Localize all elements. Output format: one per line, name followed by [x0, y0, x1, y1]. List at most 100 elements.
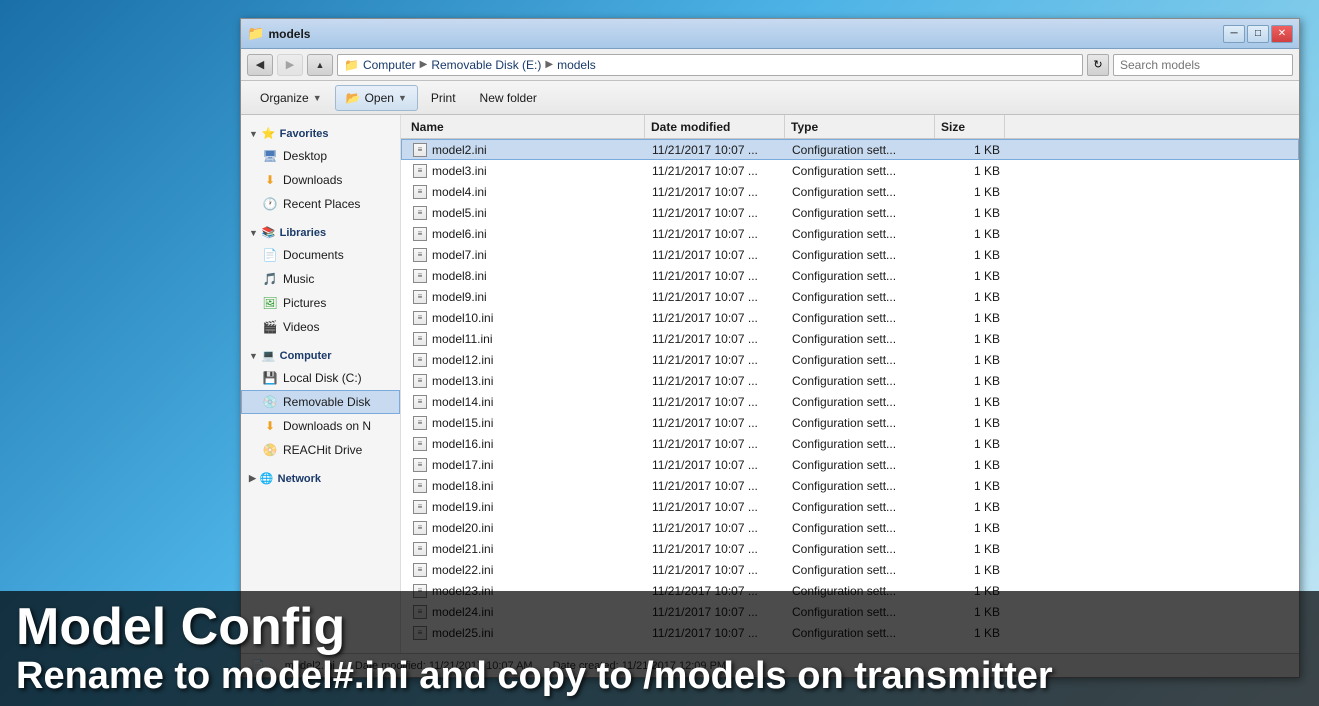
table-row[interactable]: ≡ model9.ini 11/21/2017 10:07 ... Config… [401, 286, 1299, 307]
file-date-cell: 11/21/2017 10:07 ... [646, 227, 786, 241]
column-headers: Name Date modified Type Size [401, 115, 1299, 139]
sidebar-item-removable-disk[interactable]: 💿 Removable Disk [241, 390, 400, 414]
refresh-button[interactable]: ↻ [1087, 54, 1109, 76]
file-name-cell: ≡ model22.ini [406, 562, 646, 578]
table-row[interactable]: ≡ model2.ini 11/21/2017 10:07 ... Config… [401, 139, 1299, 160]
table-row[interactable]: ≡ model16.ini 11/21/2017 10:07 ... Confi… [401, 433, 1299, 454]
table-row[interactable]: ≡ model13.ini 11/21/2017 10:07 ... Confi… [401, 370, 1299, 391]
ini-file-icon: ≡ [412, 142, 428, 158]
table-row[interactable]: ≡ model8.ini 11/21/2017 10:07 ... Config… [401, 265, 1299, 286]
table-row[interactable]: ≡ model22.ini 11/21/2017 10:07 ... Confi… [401, 559, 1299, 580]
up-button[interactable]: ▲ [307, 54, 333, 76]
ini-file-icon: ≡ [412, 352, 428, 368]
local-disk-icon: 💾 [262, 370, 278, 386]
sidebar-item-videos[interactable]: 🎬 Videos [241, 315, 400, 339]
network-section[interactable]: ▶ 🌐 Network [241, 468, 400, 489]
file-name-cell: ≡ model2.ini [406, 142, 646, 158]
ini-file-icon: ≡ [412, 457, 428, 473]
file-name-cell: ≡ model21.ini [406, 541, 646, 557]
desktop-icon: 🖥 [262, 148, 278, 164]
print-button[interactable]: Print [420, 85, 467, 111]
music-label: Music [283, 272, 314, 286]
table-row[interactable]: ≡ model15.ini 11/21/2017 10:07 ... Confi… [401, 412, 1299, 433]
address-path[interactable]: 📁 Computer ▶ Removable Disk (E:) ▶ model… [337, 54, 1083, 76]
sidebar-item-desktop[interactable]: 🖥 Desktop [241, 144, 400, 168]
file-name-cell: ≡ model20.ini [406, 520, 646, 536]
file-date-cell: 11/21/2017 10:07 ... [646, 269, 786, 283]
file-size-cell: 1 KB [936, 332, 1006, 346]
file-size-cell: 1 KB [936, 185, 1006, 199]
search-input[interactable] [1113, 54, 1293, 76]
computer-section[interactable]: ▼ 💻 Computer [241, 345, 400, 366]
sidebar-item-reachit[interactable]: 📀 REACHit Drive [241, 438, 400, 462]
minimize-button[interactable]: ─ [1223, 25, 1245, 43]
ini-file-icon: ≡ [412, 268, 428, 284]
sidebar: ▼ ⭐ Favorites 🖥 Desktop ⬇ Downloads 🕐 Re… [241, 115, 401, 653]
libraries-section[interactable]: ▼ 📚 Libraries [241, 222, 400, 243]
ini-file-icon: ≡ [412, 163, 428, 179]
ini-file-icon: ≡ [412, 184, 428, 200]
file-name-cell: ≡ model18.ini [406, 478, 646, 494]
new-folder-button[interactable]: New folder [469, 85, 548, 111]
file-list-container: Name Date modified Type Size ≡ model2.in… [401, 115, 1299, 653]
table-row[interactable]: ≡ model11.ini 11/21/2017 10:07 ... Confi… [401, 328, 1299, 349]
explorer-window: 📁 models ─ □ ✕ ◀ ▶ ▲ 📁 Computer ▶ Remova… [240, 18, 1300, 678]
file-list[interactable]: ≡ model2.ini 11/21/2017 10:07 ... Config… [401, 139, 1299, 653]
table-row[interactable]: ≡ model14.ini 11/21/2017 10:07 ... Confi… [401, 391, 1299, 412]
file-date-cell: 11/21/2017 10:07 ... [646, 206, 786, 220]
back-button[interactable]: ◀ [247, 54, 273, 76]
computer-icon: 💻 [262, 349, 276, 362]
folder-icon: 📁 [247, 25, 264, 42]
sidebar-item-downloads-n[interactable]: ⬇ Downloads on N [241, 414, 400, 438]
table-row[interactable]: ≡ model17.ini 11/21/2017 10:07 ... Confi… [401, 454, 1299, 475]
file-name-cell: ≡ model11.ini [406, 331, 646, 347]
path-segment-computer[interactable]: Computer [363, 58, 416, 72]
videos-label: Videos [283, 320, 319, 334]
open-dropdown-arrow: ▼ [398, 93, 407, 103]
ini-file-icon: ≡ [412, 310, 428, 326]
file-name-cell: ≡ model3.ini [406, 163, 646, 179]
file-name-cell: ≡ model8.ini [406, 268, 646, 284]
maximize-button[interactable]: □ [1247, 25, 1269, 43]
file-type-cell: Configuration sett... [786, 353, 936, 367]
table-row[interactable]: ≡ model5.ini 11/21/2017 10:07 ... Config… [401, 202, 1299, 223]
table-row[interactable]: ≡ model7.ini 11/21/2017 10:07 ... Config… [401, 244, 1299, 265]
organize-button[interactable]: Organize ▼ [249, 85, 333, 111]
forward-button[interactable]: ▶ [277, 54, 303, 76]
table-row[interactable]: ≡ model18.ini 11/21/2017 10:07 ... Confi… [401, 475, 1299, 496]
file-size-cell: 1 KB [936, 479, 1006, 493]
col-header-date[interactable]: Date modified [645, 115, 785, 138]
sidebar-item-pictures[interactable]: 🖼 Pictures [241, 291, 400, 315]
sidebar-item-local-disk[interactable]: 💾 Local Disk (C:) [241, 366, 400, 390]
table-row[interactable]: ≡ model12.ini 11/21/2017 10:07 ... Confi… [401, 349, 1299, 370]
table-row[interactable]: ≡ model21.ini 11/21/2017 10:07 ... Confi… [401, 538, 1299, 559]
sidebar-item-recent-places[interactable]: 🕐 Recent Places [241, 192, 400, 216]
col-header-size[interactable]: Size [935, 115, 1005, 138]
sidebar-item-music[interactable]: 🎵 Music [241, 267, 400, 291]
path-segment-models[interactable]: models [557, 58, 596, 72]
table-row[interactable]: ≡ model3.ini 11/21/2017 10:07 ... Config… [401, 160, 1299, 181]
file-size-cell: 1 KB [936, 311, 1006, 325]
col-header-name[interactable]: Name [405, 115, 645, 138]
table-row[interactable]: ≡ model10.ini 11/21/2017 10:07 ... Confi… [401, 307, 1299, 328]
favorites-section[interactable]: ▼ ⭐ Favorites [241, 123, 400, 144]
file-date-cell: 11/21/2017 10:07 ... [646, 416, 786, 430]
sidebar-item-downloads[interactable]: ⬇ Downloads [241, 168, 400, 192]
file-size-cell: 1 KB [936, 227, 1006, 241]
file-size-cell: 1 KB [936, 164, 1006, 178]
ini-file-icon: ≡ [412, 394, 428, 410]
title-bar-controls: ─ □ ✕ [1223, 25, 1293, 43]
network-arrow: ▶ [249, 473, 256, 484]
open-button[interactable]: 📂 Open ▼ [335, 85, 418, 111]
col-header-type[interactable]: Type [785, 115, 935, 138]
table-row[interactable]: ≡ model4.ini 11/21/2017 10:07 ... Config… [401, 181, 1299, 202]
title-bar-title: models [268, 27, 310, 41]
close-button[interactable]: ✕ [1271, 25, 1293, 43]
table-row[interactable]: ≡ model19.ini 11/21/2017 10:07 ... Confi… [401, 496, 1299, 517]
file-type-cell: Configuration sett... [786, 164, 936, 178]
table-row[interactable]: ≡ model20.ini 11/21/2017 10:07 ... Confi… [401, 517, 1299, 538]
path-segment-removable[interactable]: Removable Disk (E:) [431, 58, 541, 72]
sidebar-item-documents[interactable]: 📄 Documents [241, 243, 400, 267]
table-row[interactable]: ≡ model6.ini 11/21/2017 10:07 ... Config… [401, 223, 1299, 244]
file-date-cell: 11/21/2017 10:07 ... [646, 164, 786, 178]
